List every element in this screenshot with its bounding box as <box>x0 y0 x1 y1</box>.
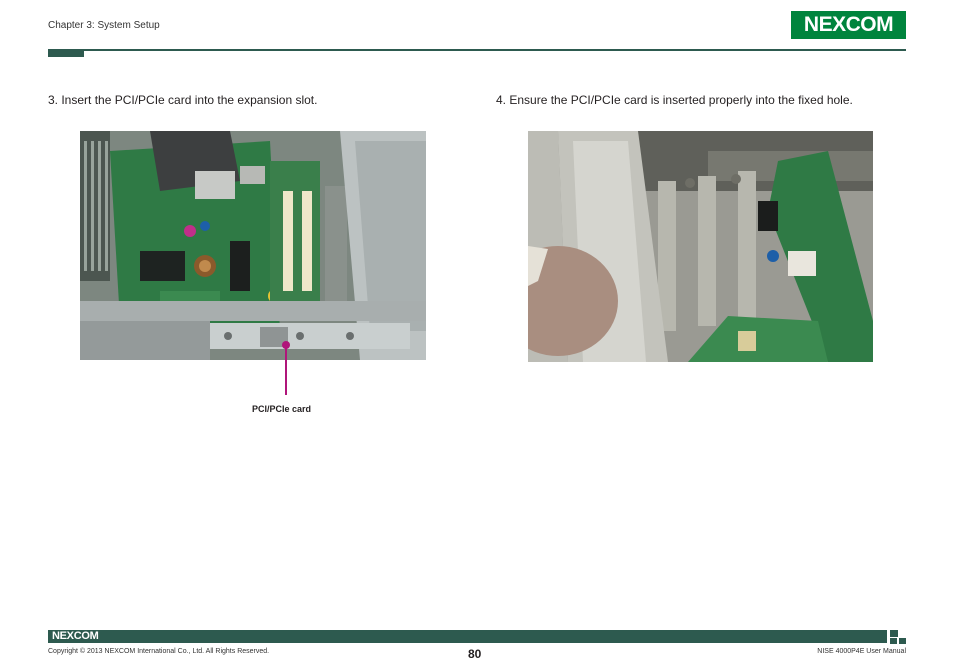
footer-square-bottom-left <box>890 638 897 644</box>
callout-dot <box>282 341 290 349</box>
header-accent-block <box>48 49 84 57</box>
footer-logo: NEXCOM <box>52 630 99 642</box>
footer-square-top <box>890 630 898 637</box>
chapter-title: Chapter 3: System Setup <box>48 20 160 31</box>
manual-title: NISE 4000P4E User Manual <box>817 648 906 655</box>
photo-fixed-hole <box>528 131 873 362</box>
card-insertion-photo-illustration <box>528 131 873 362</box>
header-divider <box>48 49 906 51</box>
callout-line <box>285 344 287 395</box>
footer-bar <box>48 630 887 643</box>
page-number: 80 <box>468 647 482 661</box>
callout-label: PCI/PCIe card <box>252 404 312 414</box>
copyright-text: Copyright © 2013 NEXCOM International Co… <box>48 648 270 655</box>
nexcom-logo: NEXCOM <box>791 11 906 39</box>
motherboard-photo-illustration <box>80 131 426 360</box>
step-4-text: 4. Ensure the PCI/PCIe card is inserted … <box>496 93 853 107</box>
step-3-text: 3. Insert the PCI/PCIe card into the exp… <box>48 93 318 107</box>
photo-expansion-slot <box>80 131 426 360</box>
logo-text: NEXCOM <box>803 13 894 36</box>
footer-square-bottom-right <box>899 638 906 644</box>
